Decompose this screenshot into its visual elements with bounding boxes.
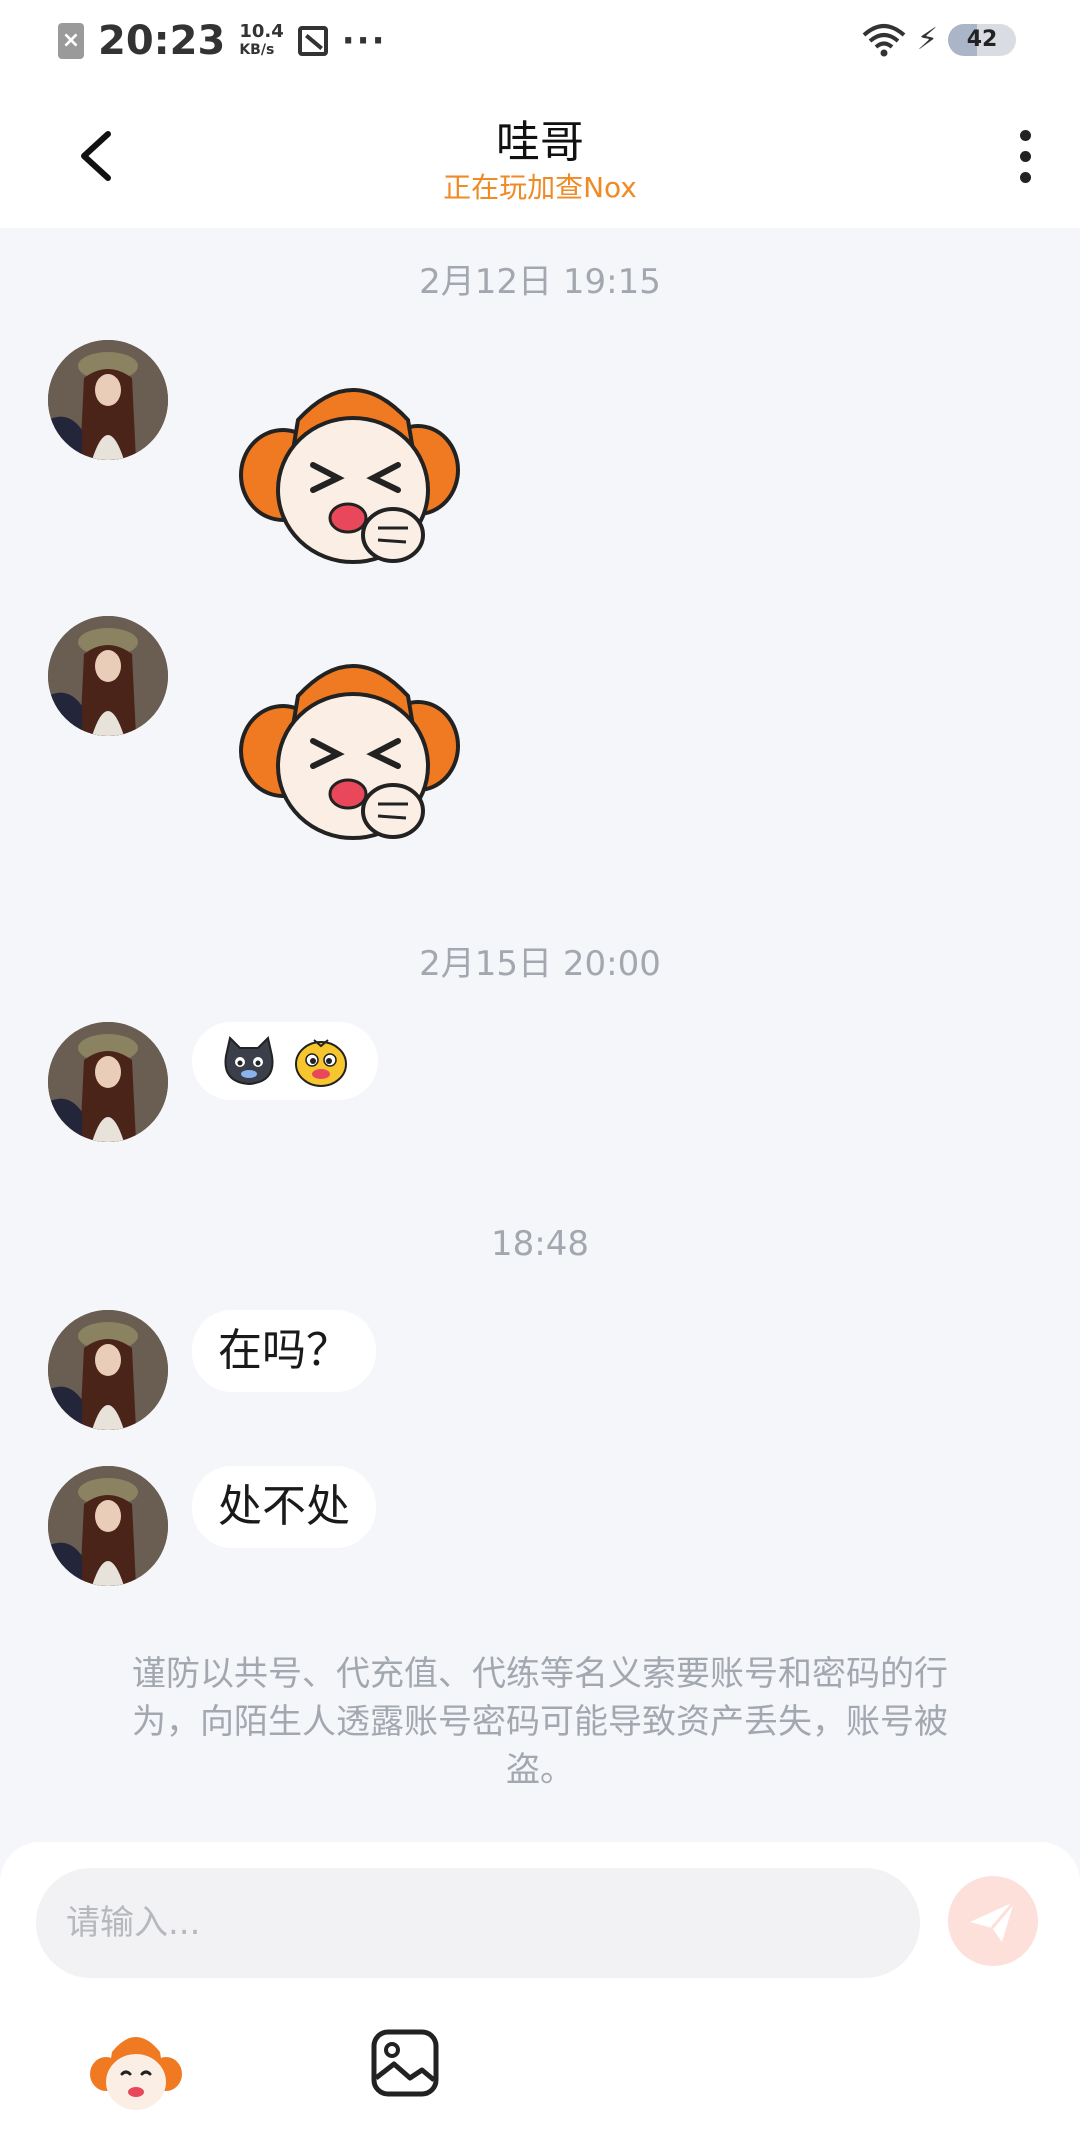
avatar[interactable] [48, 616, 168, 736]
monkey-emoji-icon[interactable] [88, 2022, 184, 2118]
status-left: × 20:23 10.4 KB/s ··· [58, 18, 387, 64]
avatar-image [48, 1310, 168, 1430]
message-composer: 请输入... [0, 1842, 1080, 2154]
security-warning: 谨防以共号、代充值、代练等名义索要账号和密码的行为，向陌生人透露账号密码可能导致… [132, 1654, 948, 1790]
chat-header: 哇哥 正在玩加查Nox [0, 86, 1080, 228]
status-bar: × 20:23 10.4 KB/s ··· ⚡ 42 [0, 0, 1080, 86]
contact-name: 哇哥 [496, 117, 584, 168]
yellow-duck-emoji [295, 1039, 347, 1087]
text-message-bubble[interactable]: 在吗？ [192, 1310, 376, 1392]
timestamp: 18:48 [491, 1224, 589, 1264]
battery-indicator: 42 [948, 23, 1016, 56]
network-speed-unit: KB/s [239, 42, 275, 58]
avatar-image [48, 340, 168, 460]
more-notifications-icon: ··· [341, 21, 387, 61]
contact-status: 正在玩加查Nox [443, 171, 637, 204]
avatar-image [48, 616, 168, 736]
monkey-laughing-sticker[interactable] [228, 646, 478, 856]
text-message-bubble[interactable]: 处不处 [192, 1466, 376, 1548]
charging-bolt-icon: ⚡ [916, 22, 938, 57]
timestamp: 2月12日 19:15 [419, 262, 661, 302]
avatar-image [48, 1022, 168, 1142]
black-cat-emoji [224, 1036, 274, 1086]
screenshot-icon [297, 26, 328, 56]
avatar[interactable] [48, 1022, 168, 1142]
avatar[interactable] [48, 1310, 168, 1430]
status-time: 20:23 [98, 18, 226, 64]
emoji-message-bubble[interactable] [192, 1022, 378, 1100]
input-placeholder: 请输入... [66, 1903, 201, 1943]
more-options-icon[interactable] [1010, 130, 1040, 192]
message-input[interactable]: 请输入... [36, 1868, 920, 1978]
network-speed-value: 10.4 [239, 21, 284, 42]
wifi-icon [862, 23, 906, 56]
send-plane-icon [970, 1901, 1016, 1942]
avatar-image [48, 1466, 168, 1586]
monkey-laughing-sticker[interactable] [228, 370, 478, 580]
send-button[interactable] [948, 1876, 1038, 1966]
network-speed: 10.4 KB/s [239, 23, 283, 59]
avatar[interactable] [48, 340, 168, 460]
status-right: ⚡ 42 [861, 22, 1016, 57]
sim-off-icon: × [58, 23, 84, 59]
image-icon[interactable] [370, 2028, 440, 2098]
timestamp: 2月15日 20:00 [419, 944, 661, 984]
battery-percent: 42 [966, 26, 998, 52]
avatar[interactable] [48, 1466, 168, 1586]
